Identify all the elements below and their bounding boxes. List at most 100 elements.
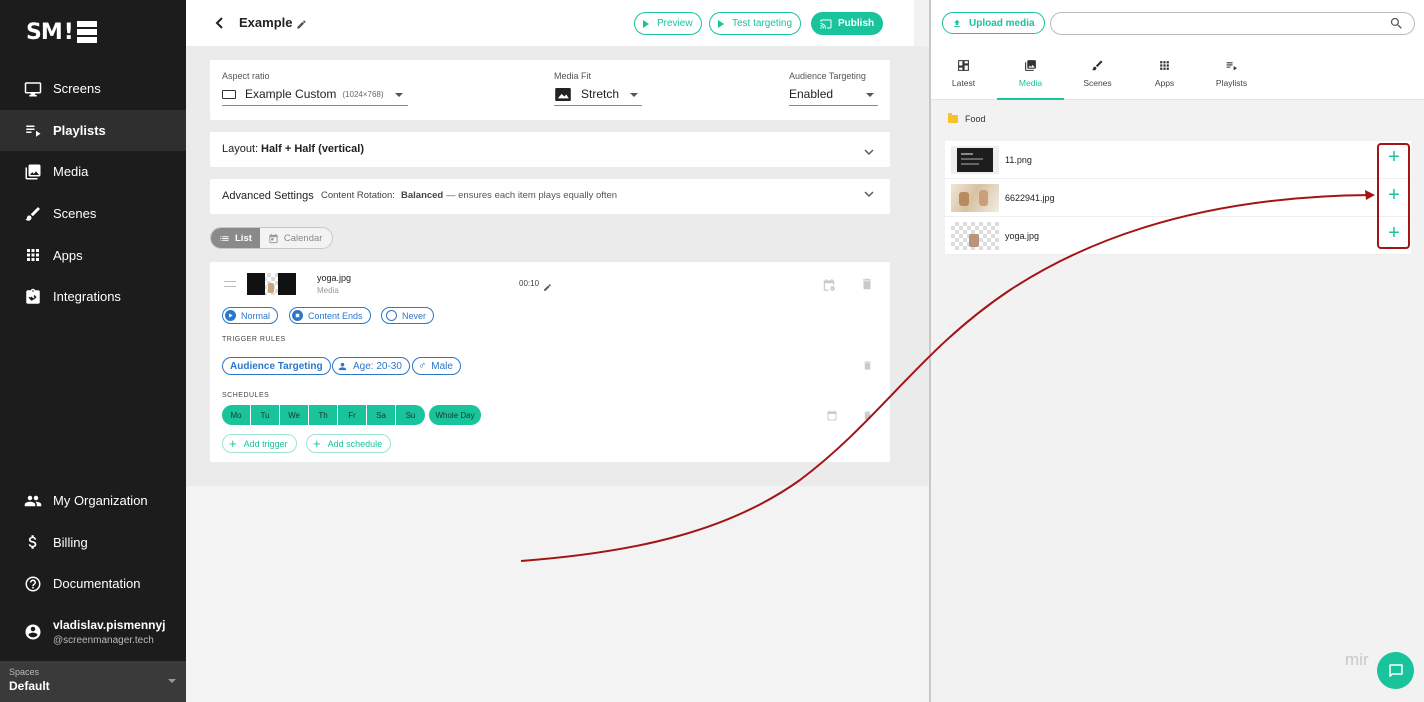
calendar-schedule-icon[interactable] [822, 277, 836, 293]
day-mo[interactable]: Mo [222, 405, 251, 425]
list-view-label: List [235, 232, 252, 244]
chevron-down-icon[interactable] [864, 144, 874, 155]
plus-icon: + [229, 436, 237, 451]
tab-label: Apps [1154, 78, 1175, 88]
playback-normal-chip[interactable]: Normal [222, 307, 279, 324]
sidebar: SM ! Screens Playlists Media Scenes Apps… [0, 0, 186, 702]
nav-label: Playlists [53, 122, 106, 138]
trash-icon[interactable] [862, 359, 873, 372]
play-icon [643, 19, 649, 28]
day-th[interactable]: Th [309, 405, 338, 425]
trash-icon[interactable] [860, 276, 874, 292]
chip-label: Never [402, 310, 427, 321]
apps-grid-icon [24, 246, 42, 264]
stop-circle-icon [292, 310, 303, 321]
list-view-button[interactable]: List [211, 228, 260, 248]
play-icon [718, 19, 724, 28]
audience-targeting-label: Audience Targeting [789, 71, 866, 81]
preview-button[interactable]: Preview [634, 12, 702, 35]
tab-media[interactable]: Media [997, 59, 1064, 100]
caret-down-icon [866, 93, 874, 97]
day-we[interactable]: We [280, 405, 309, 425]
gender-chip[interactable]: ♂ Male [412, 357, 461, 375]
content-rotation-label: Content Rotation: [321, 190, 395, 201]
file-name: yoga.jpg [1005, 231, 1040, 241]
nav-item-billing[interactable]: Billing [0, 522, 186, 564]
day-fr[interactable]: Fr [338, 405, 367, 425]
audience-targeting-chip[interactable]: Audience Targeting [222, 357, 331, 375]
upload-media-button[interactable]: Upload media [942, 12, 1045, 34]
nav-item-scenes[interactable]: Scenes [0, 193, 186, 235]
nav-item-media[interactable]: Media [0, 151, 186, 193]
nav-item-documentation[interactable]: Documentation [0, 563, 186, 605]
nav-item-screens[interactable]: Screens [0, 68, 186, 110]
media-fit-value: Stretch [581, 87, 620, 101]
age-chip[interactable]: Age: 20-30 [332, 357, 410, 375]
user-profile[interactable]: vladislav.pismennyj @screenmanager.tech [24, 618, 166, 646]
add-trigger-button[interactable]: + Add trigger [222, 434, 297, 453]
chat-button[interactable] [1377, 652, 1414, 689]
playlist-title: Example [239, 15, 293, 30]
never-chip[interactable]: Never [381, 307, 435, 324]
nav-item-apps[interactable]: Apps [0, 234, 186, 276]
file-thumbnail [951, 184, 999, 212]
item-thumbnail [247, 273, 296, 295]
calendar-icon[interactable] [826, 409, 838, 422]
search-input[interactable] [1063, 13, 1383, 34]
advanced-settings-title: Advanced Settings [222, 190, 314, 202]
tab-playlists[interactable]: Playlists [1198, 59, 1265, 100]
tab-latest[interactable]: Latest [930, 59, 997, 100]
tab-scenes[interactable]: Scenes [1064, 59, 1131, 100]
add-schedule-button[interactable]: + Add schedule [306, 434, 392, 453]
search-icon[interactable] [1389, 16, 1404, 31]
folder-food[interactable]: Food [948, 113, 986, 124]
chevron-down-icon[interactable] [864, 186, 874, 197]
drag-handle-icon[interactable] [224, 281, 236, 287]
nav-item-my-organization[interactable]: My Organization [0, 480, 186, 522]
test-targeting-label: Test targeting [732, 18, 793, 29]
content-ends-chip[interactable]: Content Ends [289, 307, 371, 324]
media-file-row[interactable]: 11.png + [945, 141, 1411, 179]
add-schedule-label: Add schedule [327, 438, 383, 449]
calendar-view-label: Calendar [283, 232, 323, 244]
media-icon [24, 163, 42, 181]
trash-icon[interactable] [862, 409, 873, 422]
pencil-icon[interactable] [543, 279, 552, 291]
item-duration[interactable]: 00:10 [519, 279, 539, 288]
media-fit-select[interactable]: Stretch [555, 87, 619, 101]
whole-day-chip[interactable]: Whole Day [429, 405, 481, 425]
media-file-row[interactable]: yoga.jpg + [945, 217, 1411, 255]
back-arrow-icon[interactable] [214, 16, 226, 30]
calendar-view-button[interactable]: Calendar [260, 228, 331, 248]
day-tu[interactable]: Tu [251, 405, 280, 425]
spaces-selector[interactable]: Spaces Default [0, 661, 186, 702]
tab-label: Latest [951, 78, 976, 88]
caret-down-icon [630, 93, 638, 97]
tab-label: Playlists [1215, 78, 1248, 88]
media-file-row[interactable]: 6622941.jpg + [945, 179, 1411, 217]
nav-item-playlists[interactable]: Playlists [0, 109, 186, 152]
day-su[interactable]: Su [396, 405, 425, 425]
item-name: yoga.jpg [317, 273, 352, 283]
aspect-ratio-select[interactable]: Example Custom (1024×768) [222, 87, 384, 101]
upload-icon [954, 19, 960, 27]
audience-underline [789, 105, 878, 106]
pencil-icon[interactable] [296, 17, 307, 29]
aspect-ratio-label: Aspect ratio [222, 71, 270, 81]
day-sa[interactable]: Sa [367, 405, 396, 425]
item-type: Media [317, 286, 339, 295]
test-targeting-button[interactable]: Test targeting [709, 12, 802, 35]
audience-targeting-select[interactable]: Enabled [789, 87, 833, 101]
chip-label: Content Ends [308, 310, 363, 321]
advanced-settings-section[interactable]: Advanced Settings Content Rotation: Bala… [210, 179, 890, 214]
tab-apps[interactable]: Apps [1131, 59, 1198, 100]
user-email: @screenmanager.tech [53, 635, 154, 646]
media-fit-underline [554, 105, 642, 106]
spaces-value: Default [9, 679, 50, 693]
layout-section[interactable]: Layout: Half + Half (vertical) [210, 132, 890, 167]
chat-icon [1388, 663, 1403, 677]
logo[interactable]: SM ! [26, 20, 97, 45]
account-circle-icon [24, 623, 42, 641]
nav-item-integrations[interactable]: Integrations [0, 276, 186, 318]
publish-button[interactable]: Publish [811, 12, 884, 35]
